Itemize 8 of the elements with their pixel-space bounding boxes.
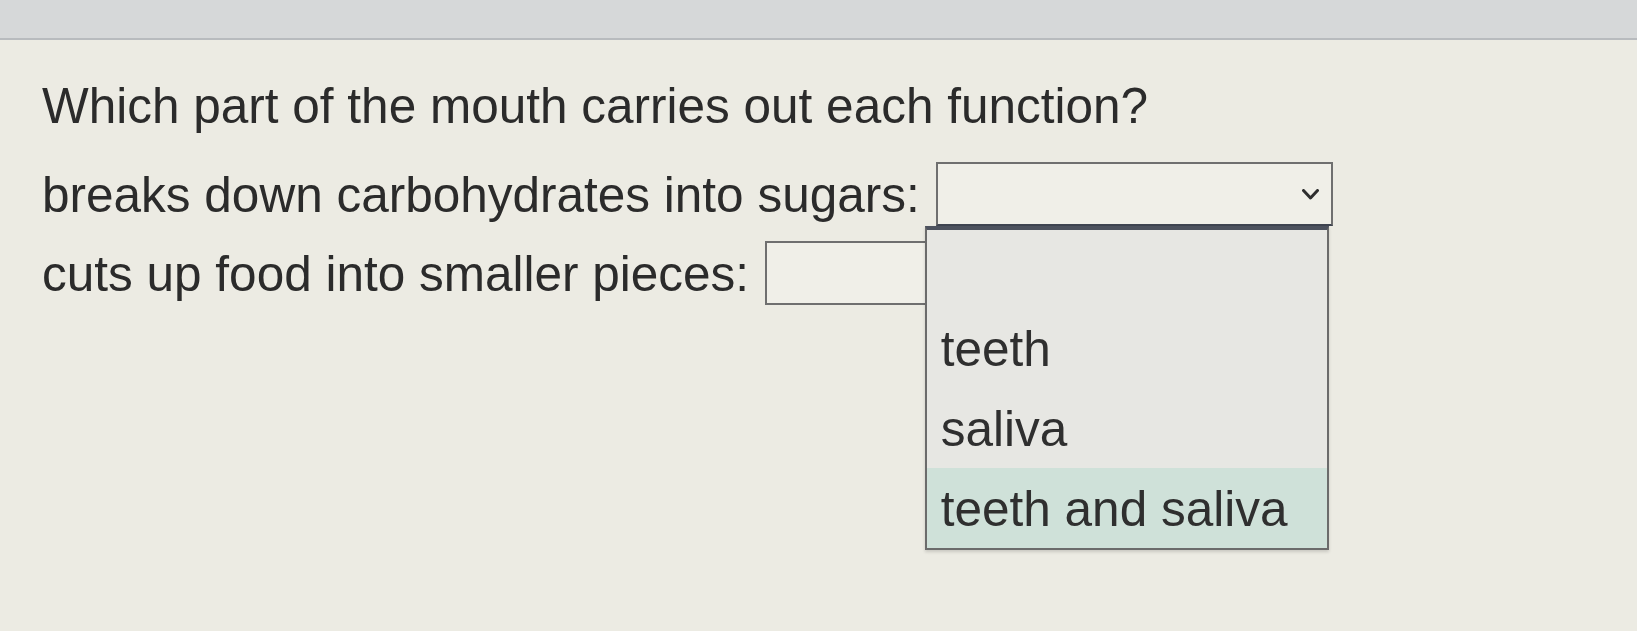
dropdown-option[interactable]: teeth	[926, 308, 1327, 389]
chevron-down-icon	[1301, 188, 1319, 200]
dropdown-option[interactable]: teeth and saliva	[926, 468, 1327, 549]
answer-select[interactable]	[935, 162, 1333, 227]
question-text: Which part of the mouth carries out each function?	[42, 77, 1150, 135]
dropdown-option[interactable]: saliva	[926, 388, 1327, 469]
prompt-text: breaks down carbohydrates into sugars:	[42, 165, 920, 224]
prompt-text: cuts up food into smaller pieces:	[42, 244, 750, 303]
